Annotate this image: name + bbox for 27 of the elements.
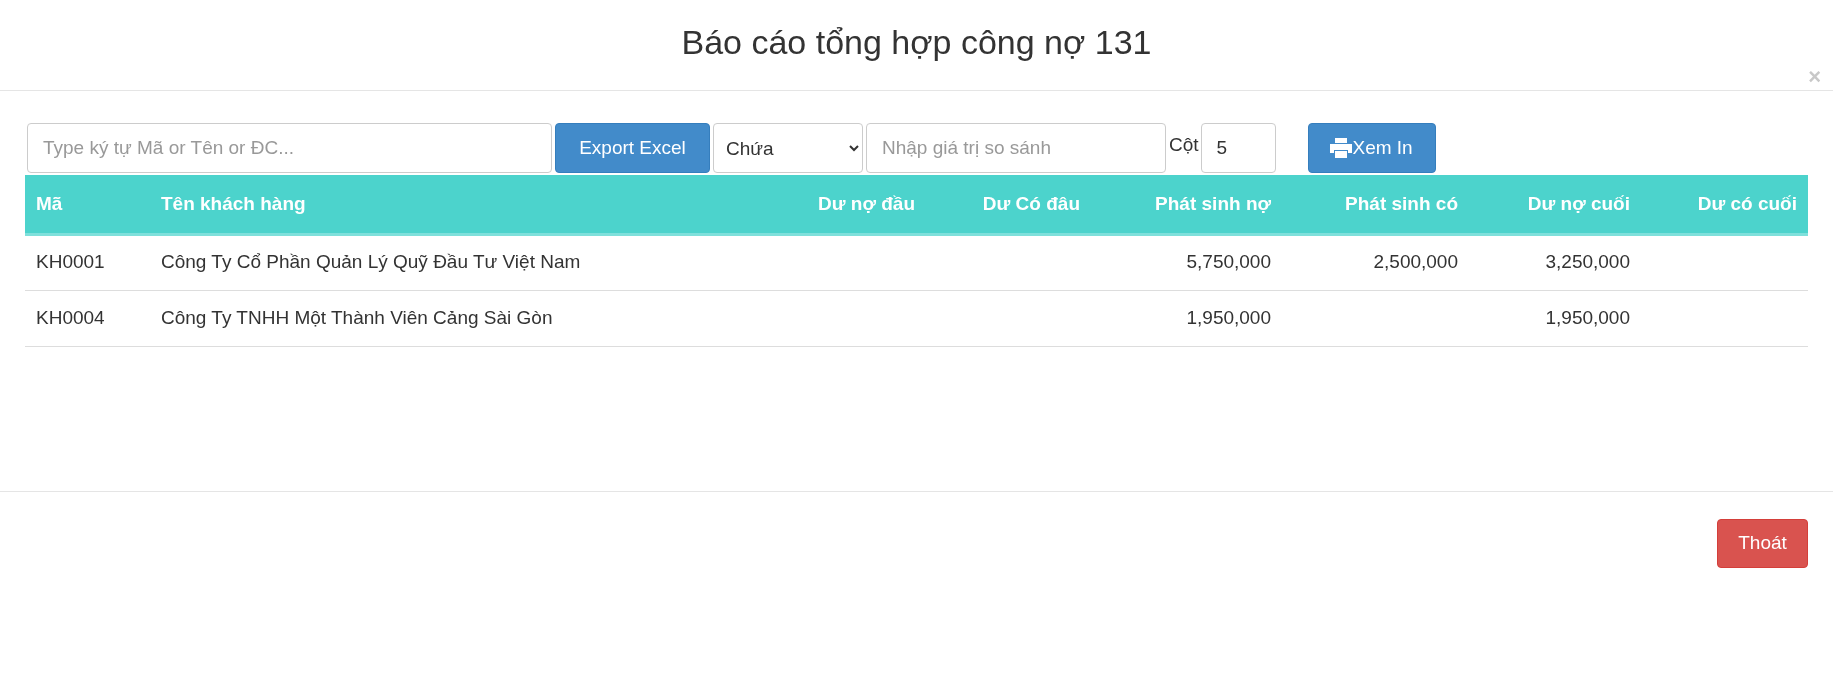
table-cell: 2,500,000 — [1282, 234, 1469, 290]
column-header: Phát sinh nợ — [1091, 175, 1282, 234]
table-cell: 1,950,000 — [1091, 290, 1282, 346]
table-cell: Công Ty TNHH Một Thành Viên Cảng Sài Gòn — [150, 290, 770, 346]
column-header: Dư Có đâu — [926, 175, 1091, 234]
printer-icon — [1330, 138, 1353, 158]
table-cell: 5,750,000 — [1091, 234, 1282, 290]
print-preview-button[interactable]: Xem In — [1307, 123, 1436, 173]
column-count-field[interactable]: 5 — [1200, 123, 1276, 173]
table-cell: KH0001 — [25, 234, 150, 290]
table-cell: Công Ty Cổ Phần Quản Lý Quỹ Đầu Tư Việt Nam — [150, 234, 770, 290]
export-excel-button[interactable]: Export Excel — [555, 123, 710, 173]
column-header: Dư nợ cuối — [1469, 175, 1641, 234]
exit-button[interactable]: Thoát — [1717, 519, 1808, 568]
table-cell: 3,250,000 — [1469, 234, 1641, 290]
search-field[interactable]: Type ký tự Mã or Tên or ĐC... — [27, 123, 552, 173]
dialog-title: Báo cáo tổng hợp công nợ 131 — [681, 25, 1152, 59]
column-header: Phát sinh có — [1282, 175, 1469, 234]
filter-select[interactable]: Chứa — [713, 123, 863, 173]
table-cell: KH0004 — [25, 290, 150, 346]
column-header: Mã — [25, 175, 150, 234]
column-header: Tên khách hàng — [150, 175, 770, 234]
column-label: Cột — [1169, 133, 1199, 157]
table-cell: 1,950,000 — [1469, 290, 1641, 346]
compare-value-field[interactable]: Nhập giá trị so sánh — [866, 123, 1166, 173]
column-header: Dư nợ đầu — [770, 175, 926, 234]
column-header: Dư có cuối — [1641, 175, 1808, 234]
